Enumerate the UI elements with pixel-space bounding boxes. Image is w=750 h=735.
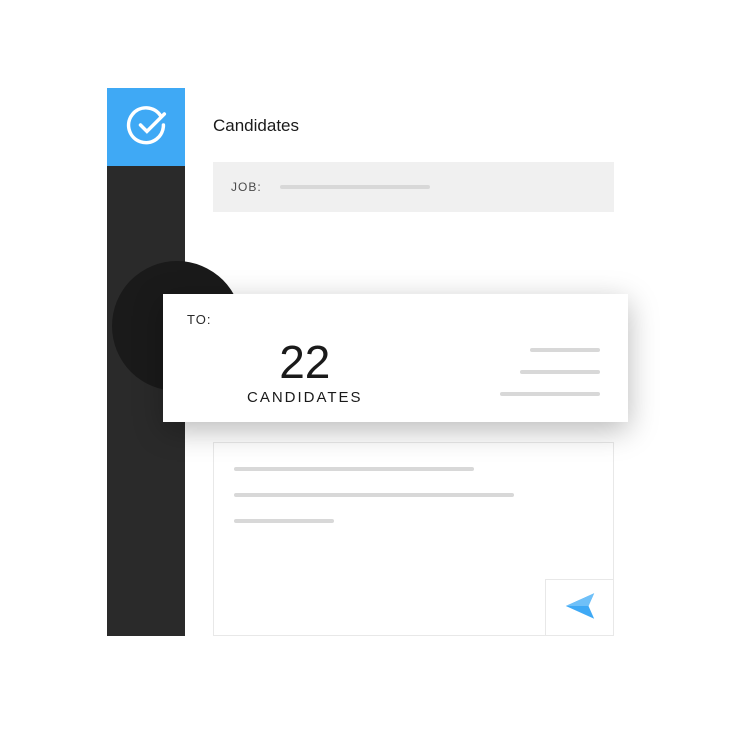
to-recipient-lines xyxy=(500,348,600,396)
recipient-line xyxy=(530,348,600,352)
recipient-line xyxy=(520,370,600,374)
to-count-block: 22 CANDIDATES xyxy=(247,339,363,406)
message-line xyxy=(234,467,474,471)
page-title: Candidates xyxy=(213,116,614,136)
to-content: 22 CANDIDATES xyxy=(187,327,604,417)
job-field[interactable]: JOB: xyxy=(213,162,614,212)
job-label: JOB: xyxy=(231,180,262,194)
message-input[interactable] xyxy=(213,442,614,636)
job-value-placeholder xyxy=(280,185,430,189)
message-line xyxy=(234,493,514,497)
message-line xyxy=(234,519,334,523)
to-count: 22 xyxy=(279,339,330,385)
logo-box[interactable] xyxy=(107,88,185,166)
to-count-label: CANDIDATES xyxy=(247,389,363,406)
send-button[interactable] xyxy=(545,579,613,635)
to-label: TO: xyxy=(187,312,604,327)
to-card: TO: 22 CANDIDATES xyxy=(163,294,628,422)
send-icon xyxy=(563,589,597,626)
checkmark-logo-icon xyxy=(124,103,168,152)
recipient-line xyxy=(500,392,600,396)
message-placeholder-lines xyxy=(234,467,593,523)
